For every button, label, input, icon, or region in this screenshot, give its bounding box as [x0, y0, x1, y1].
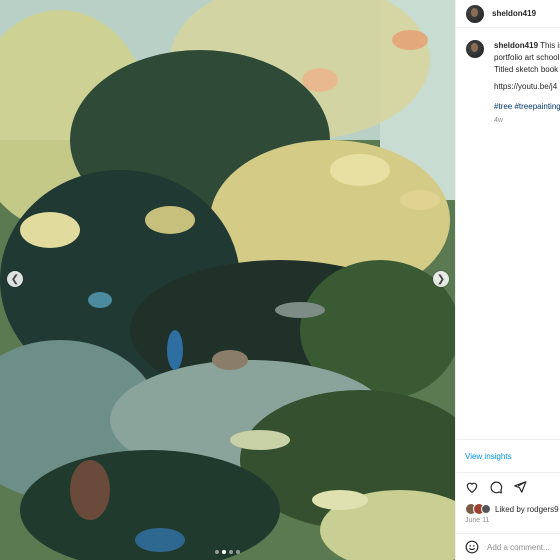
next-slide-button[interactable]: ❯	[433, 271, 449, 287]
caption-age: 4w	[494, 117, 503, 124]
caption-line-1: This is	[540, 41, 560, 50]
divider	[456, 439, 560, 440]
comment-input[interactable]	[487, 542, 560, 552]
divider	[456, 472, 560, 473]
caption-line-2: portfolio art school	[494, 53, 560, 62]
chevron-right-icon: ❯	[436, 273, 446, 285]
likes-text: Liked by rodgers9	[495, 504, 559, 514]
caption-link[interactable]: https://youtu.be/j4	[494, 82, 557, 91]
post-date: June 11	[465, 517, 490, 524]
share-icon[interactable]	[513, 480, 527, 494]
instagram-post-view: ❮ ❯ sheldon419 sheldon419 This is portfo…	[0, 0, 560, 560]
post-header: sheldon419	[456, 0, 560, 28]
likes-summary[interactable]: Liked by rodgers9	[465, 503, 559, 515]
carousel-dot	[236, 550, 240, 554]
caption-line-3: Titled sketch book	[494, 65, 559, 74]
caption-text: sheldon419 This is portfolio art school …	[494, 40, 560, 76]
view-insights-link[interactable]: View insights	[465, 452, 512, 461]
tree-painting-image	[0, 0, 455, 560]
emoji-icon[interactable]	[465, 540, 479, 554]
post-image[interactable]: ❮ ❯	[0, 0, 455, 560]
liker-avatar	[481, 504, 491, 514]
carousel-dot	[215, 550, 219, 554]
comment-bar	[465, 540, 560, 554]
carousel-dot-active	[222, 550, 226, 554]
carousel-indicator	[0, 550, 455, 554]
previous-slide-button[interactable]: ❮	[7, 271, 23, 287]
caption-hashtags[interactable]: #tree #treepainting	[494, 102, 560, 111]
chevron-left-icon: ❮	[10, 273, 20, 285]
carousel-dot	[229, 550, 233, 554]
avatar[interactable]	[466, 4, 484, 23]
comment-icon[interactable]	[489, 480, 503, 494]
post-side-panel: sheldon419 sheldon419 This is portfolio …	[455, 0, 560, 560]
caption-avatar[interactable]	[466, 40, 484, 58]
post-actions	[465, 480, 527, 494]
heart-icon[interactable]	[465, 480, 479, 494]
divider	[456, 533, 560, 534]
caption-username[interactable]: sheldon419	[494, 41, 538, 50]
header-username[interactable]: sheldon419	[492, 9, 536, 18]
